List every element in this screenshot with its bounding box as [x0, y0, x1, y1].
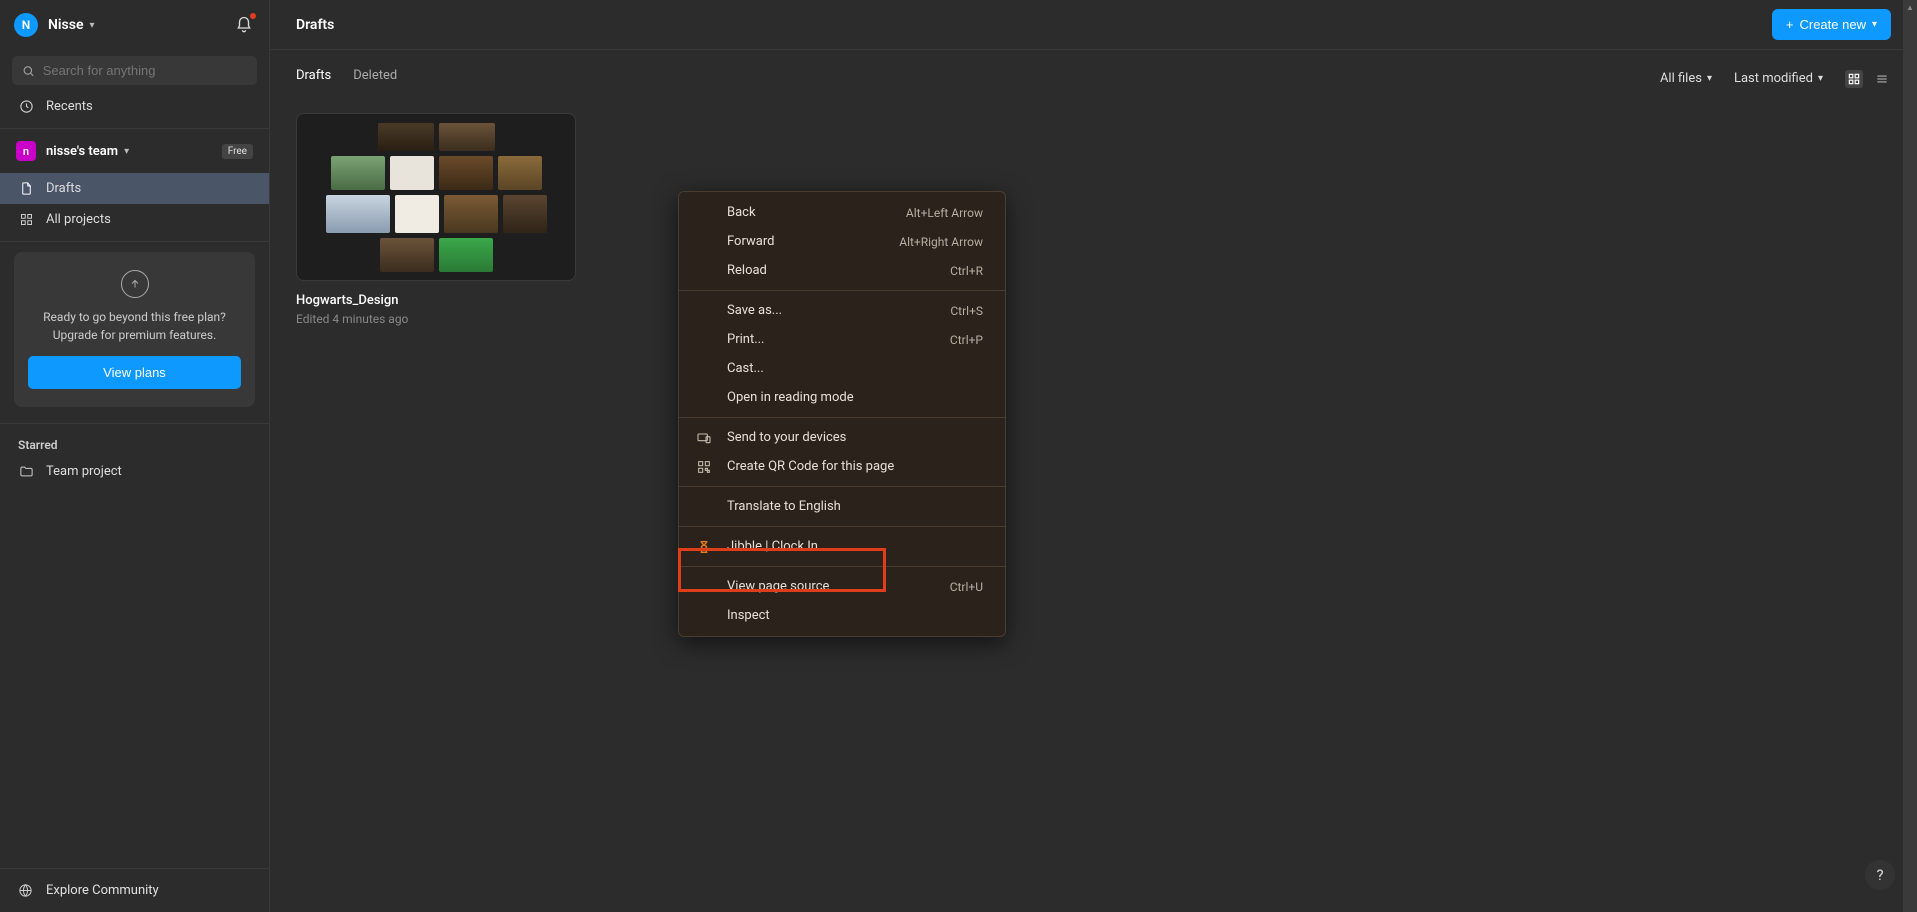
- file-icon: [18, 181, 34, 196]
- plan-badge: Free: [222, 144, 253, 159]
- ctx-forward[interactable]: Forward Alt+Right Arrow: [679, 227, 1005, 256]
- file-card[interactable]: Hogwarts_Design Edited 4 minutes ago: [296, 113, 576, 326]
- ctx-cast[interactable]: Cast...: [679, 354, 1005, 383]
- ctx-back[interactable]: Back Alt+Left Arrow: [679, 198, 1005, 227]
- file-name: Hogwarts_Design: [296, 293, 576, 308]
- plus-icon: +: [1786, 17, 1794, 32]
- chevron-down-icon: ▾: [89, 20, 94, 31]
- sidebar-all-projects-label: All projects: [46, 212, 111, 227]
- qr-icon: [695, 459, 713, 475]
- files-grid: Hogwarts_Design Edited 4 minutes ago: [270, 101, 1917, 338]
- ctx-reading-mode[interactable]: Open in reading mode: [679, 383, 1005, 412]
- sidebar-recents[interactable]: Recents: [0, 91, 269, 122]
- ctx-print[interactable]: Print... Ctrl+P: [679, 325, 1005, 354]
- clock-icon: [18, 99, 34, 114]
- ctx-save-as-shortcut: Ctrl+S: [950, 304, 983, 318]
- starred-heading: Starred: [0, 424, 269, 456]
- chevron-down-icon: ▾: [1707, 73, 1712, 84]
- sidebar-team-project-label: Team project: [46, 464, 122, 479]
- ctx-qr-code[interactable]: Create QR Code for this page: [679, 452, 1005, 481]
- notification-dot: [250, 13, 256, 19]
- context-menu: Back Alt+Left Arrow Forward Alt+Right Ar…: [678, 191, 1006, 637]
- ctx-print-shortcut: Ctrl+P: [950, 333, 983, 347]
- user-menu[interactable]: N Nisse ▾: [0, 0, 269, 50]
- globe-icon: [18, 883, 34, 898]
- upsell-text: Ready to go beyond this free plan? Upgra…: [28, 308, 241, 344]
- sidebar-team-project[interactable]: Team project: [0, 456, 269, 487]
- ctx-reload-shortcut: Ctrl+R: [950, 264, 983, 278]
- chevron-down-icon: ▾: [1818, 73, 1823, 84]
- ctx-inspect[interactable]: Inspect: [679, 601, 1005, 630]
- jibble-icon: [695, 539, 713, 555]
- main-header: Drafts + Create new ▾: [270, 0, 1917, 50]
- ctx-jibble-clock-in[interactable]: Jibble | Clock In: [679, 532, 1005, 561]
- sidebar-all-projects[interactable]: All projects: [0, 204, 269, 235]
- ctx-translate[interactable]: Translate to English: [679, 492, 1005, 521]
- ctx-send-devices[interactable]: Send to your devices: [679, 423, 1005, 452]
- file-thumbnail: [296, 113, 576, 281]
- search-field[interactable]: [43, 63, 247, 78]
- upgrade-icon: [121, 270, 149, 298]
- upsell-card: Ready to go beyond this free plan? Upgra…: [14, 252, 255, 407]
- tab-drafts[interactable]: Drafts: [296, 68, 331, 89]
- create-new-label: Create new: [1799, 17, 1865, 32]
- ctx-save-as[interactable]: Save as... Ctrl+S: [679, 296, 1005, 325]
- scrollbar-track[interactable]: ▲: [1903, 0, 1917, 912]
- folder-icon: [18, 464, 34, 479]
- chevron-down-icon: ▾: [1872, 19, 1877, 30]
- grid-view-icon[interactable]: [1845, 70, 1863, 88]
- sidebar-drafts-label: Drafts: [46, 181, 81, 196]
- chevron-down-icon: ▾: [124, 146, 129, 157]
- list-view-icon[interactable]: [1873, 70, 1891, 88]
- explore-community[interactable]: Explore Community: [0, 868, 269, 912]
- filter-row: Drafts Deleted All files ▾ Last modified…: [270, 50, 1917, 101]
- main-content: Drafts + Create new ▾ Drafts Deleted All…: [270, 0, 1917, 912]
- ctx-back-shortcut: Alt+Left Arrow: [906, 206, 983, 220]
- team-name: nisse's team: [46, 144, 118, 159]
- view-plans-button[interactable]: View plans: [28, 356, 241, 389]
- team-switcher[interactable]: n nisse's team ▾ Free: [0, 129, 269, 173]
- ctx-view-source[interactable]: View page source Ctrl+U: [679, 572, 1005, 601]
- file-subtitle: Edited 4 minutes ago: [296, 312, 576, 326]
- filter-last-modified[interactable]: Last modified ▾: [1734, 71, 1823, 86]
- user-name: Nisse: [48, 17, 83, 33]
- notifications-icon[interactable]: [233, 14, 255, 36]
- sidebar-recents-label: Recents: [46, 99, 93, 114]
- page-title: Drafts: [296, 17, 334, 33]
- tab-deleted[interactable]: Deleted: [353, 68, 397, 89]
- ctx-forward-shortcut: Alt+Right Arrow: [899, 235, 983, 249]
- scroll-up-arrow[interactable]: ▲: [1903, 0, 1917, 14]
- devices-icon: [695, 430, 713, 446]
- avatar: N: [14, 13, 38, 37]
- explore-label: Explore Community: [46, 883, 159, 898]
- ctx-reload[interactable]: Reload Ctrl+R: [679, 256, 1005, 285]
- sidebar: N Nisse ▾ Recents n nisse's team ▾: [0, 0, 270, 912]
- filter-all-files[interactable]: All files ▾: [1660, 71, 1712, 86]
- search-input[interactable]: [12, 56, 257, 85]
- help-button[interactable]: ?: [1865, 860, 1895, 890]
- team-avatar: n: [16, 141, 36, 161]
- sidebar-drafts[interactable]: Drafts: [0, 173, 269, 204]
- ctx-view-source-shortcut: Ctrl+U: [950, 580, 983, 594]
- create-new-button[interactable]: + Create new ▾: [1772, 9, 1891, 40]
- grid-icon: [18, 212, 34, 227]
